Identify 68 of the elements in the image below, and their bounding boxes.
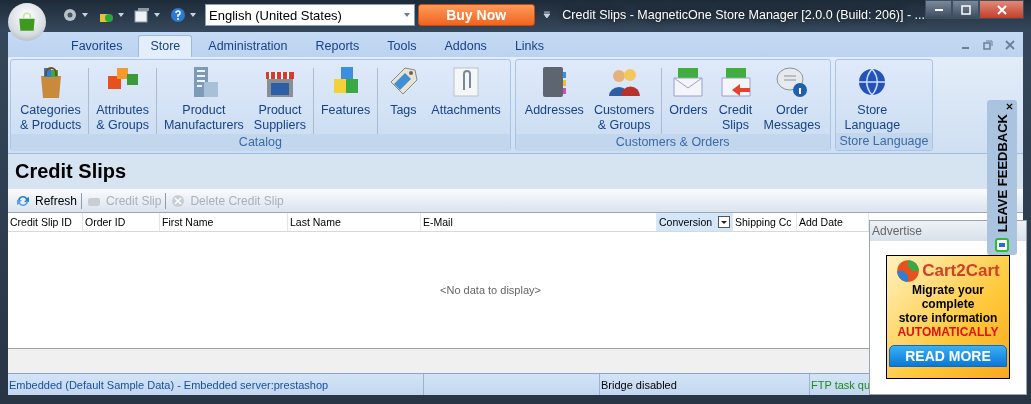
restore-icon[interactable] [983,39,993,50]
maximize-button[interactable] [952,0,979,19]
feedback-tab[interactable]: LEAVE FEEDBACK [987,100,1017,255]
toolbar-button[interactable]: Refresh [11,192,82,209]
group-label: Customers & Orders [515,134,830,151]
caret-icon[interactable] [153,11,161,19]
ribbon-button[interactable]: Product Manufacturers [158,64,249,133]
ribbon-button[interactable]: Order Messages [758,64,826,133]
status-text: Embedded (Default Sample Data) - Embedded server:prestashop [9,378,329,391]
filter-dropdown-icon[interactable] [718,216,730,228]
minimize-icon [934,8,943,11]
ribbon-button[interactable]: Product Suppliers [248,64,311,133]
language-dropdown[interactable]: English (United States) [205,4,415,26]
chat-icon [995,238,1009,253]
brand-name: Cart2Cart [922,261,1000,281]
close-button[interactable] [979,0,1024,19]
caret-icon[interactable] [81,11,89,19]
close-icon [995,3,1008,16]
windows-icon[interactable] [134,7,150,23]
status-text: FTP task qu [811,378,871,391]
group-label: Catalog [11,134,510,151]
close-icon[interactable] [1006,103,1013,110]
column-header[interactable]: First Name [160,213,288,231]
page-heading: Credit Slips [15,160,127,183]
group-label: Store Language [835,133,933,150]
column-header[interactable]: Credit Slip ID [8,213,83,231]
column-header[interactable]: Conversion [657,213,733,231]
caret-icon[interactable] [189,11,197,19]
customize-icon[interactable] [542,11,551,19]
delete-icon [170,192,187,209]
ribbon-tab[interactable]: Reports [303,35,372,57]
app-menu-button[interactable] [8,3,46,41]
ribbon-button[interactable]: Orders [664,64,713,118]
ribbon-button[interactable]: Features [316,64,376,118]
ribbon-tab[interactable]: Store [138,35,193,57]
bag-icon [16,11,38,33]
ribbon-tab[interactable]: Favorites [59,35,135,57]
ribbon-button[interactable]: Credit Slips [712,64,759,133]
help-icon[interactable] [170,7,186,23]
empty-message: <No data to display> [440,284,541,296]
window-title: Credit Slips - MagneticOne Store Manager [2.0.0 (Build: 206)] - ... [562,8,925,22]
column-header[interactable]: Shipping Cc [733,213,797,231]
ribbon-button[interactable]: Store Language [839,64,906,133]
advert-highlight: AUTOMATICALLY [897,325,999,339]
minimize-button[interactable] [925,0,952,19]
advert-banner[interactable]: Cart2Cart Migrate your complete store information AUTOMATICALLY READ MORE [886,255,1010,379]
swirl-logo-icon [896,259,921,283]
status-text: Bridge disabled [601,378,677,391]
ribbon-tab[interactable]: Administration [196,35,300,57]
ribbon-tab[interactable]: Links [502,35,557,57]
ribbon-button[interactable]: Customers & Groups [588,64,660,133]
caret-icon[interactable] [402,11,411,19]
advert-text: complete [921,297,975,311]
gear-icon[interactable] [62,7,78,23]
ribbon-tab[interactable]: Tools [375,35,429,57]
ribbon-button[interactable]: Categories & Products [15,64,87,133]
advert-text: store information [898,311,998,325]
ribbon-button[interactable]: Tags [380,64,427,118]
column-header[interactable]: Last Name [288,213,421,231]
ribbon-button[interactable]: Attachments [426,64,506,118]
caret-icon[interactable] [117,11,125,19]
maximize-icon [959,3,972,16]
speech-info-icon [774,64,810,100]
ribbon-button[interactable]: Attributes & Groups [91,64,154,133]
ribbon-button[interactable]: Addresses [519,64,589,118]
advert-text: Migrate your [912,283,984,297]
column-header[interactable]: Order ID [83,213,160,231]
ribbon-tab[interactable]: Addons [432,35,499,57]
